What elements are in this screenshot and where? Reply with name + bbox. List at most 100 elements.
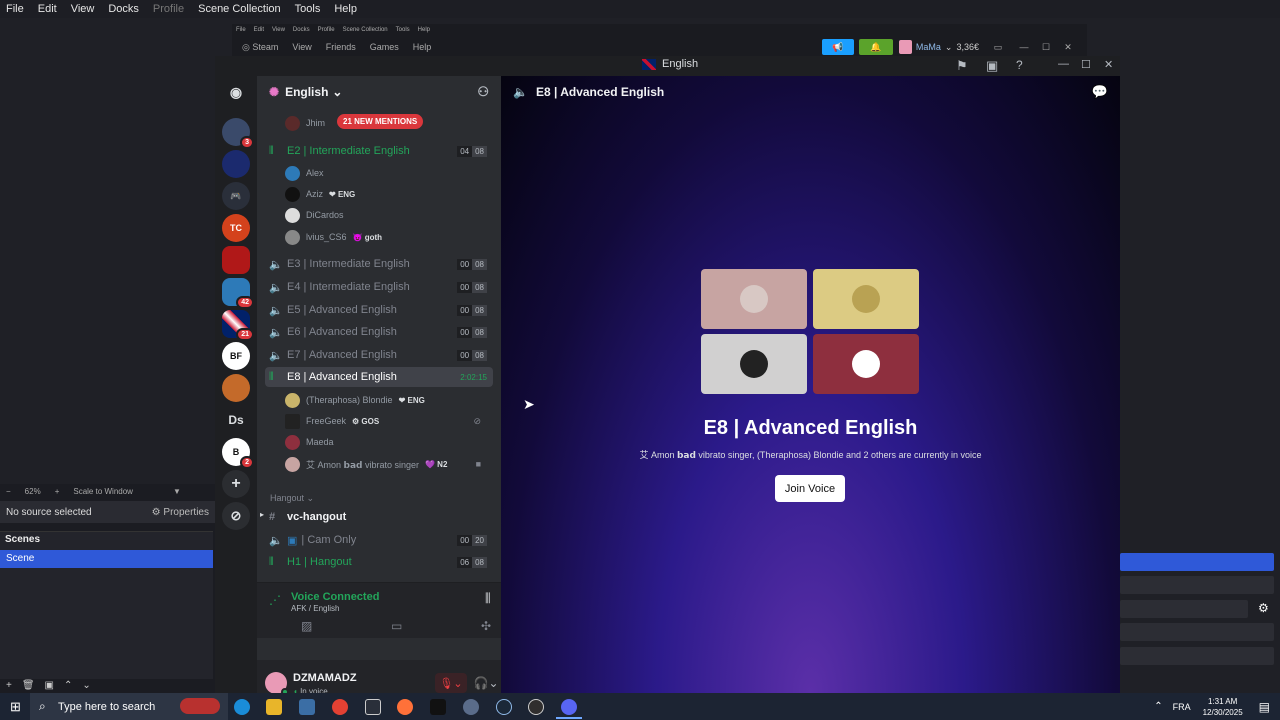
language-indicator[interactable]: FRA — [1173, 702, 1191, 712]
move-up-icon[interactable]: ⌃ — [64, 680, 72, 693]
taskbar-search[interactable]: ⌕ Type here to search — [30, 693, 228, 720]
zoom-in-button[interactable]: + — [55, 487, 60, 496]
account-menu[interactable]: MaMa ⌄ 3,36€ — [899, 39, 979, 55]
obs-menu-view[interactable]: View — [71, 3, 95, 15]
voice-user[interactable]: Aziz ❤ ENG — [285, 185, 485, 203]
add-server-icon[interactable]: + — [222, 470, 250, 498]
explore-icon[interactable]: ⊘ — [222, 502, 250, 530]
voice-user[interactable]: lvius_CS6 😈 goth — [285, 228, 485, 246]
voice-user[interactable]: FreeGeek ⚙ GOS ⊘ — [285, 412, 485, 430]
guild-header[interactable]: ✺ English ⌄ ⚇ — [257, 76, 501, 108]
scene-item[interactable]: Scene — [0, 550, 213, 568]
steam-menu-friends[interactable]: Friends — [326, 42, 356, 52]
steam-menu-steam[interactable]: ◎ Steam — [242, 42, 278, 53]
notification-bell-icon[interactable]: 🔔 — [859, 39, 893, 55]
server-icon[interactable]: BF — [222, 342, 250, 370]
steam-menu-help[interactable]: Help — [413, 42, 432, 52]
english-server-icon[interactable]: 21 — [222, 310, 254, 341]
server-icon[interactable]: TC — [222, 214, 250, 242]
minimize-button[interactable]: — — [1058, 58, 1069, 70]
app-icon[interactable] — [365, 699, 381, 715]
voice-user[interactable]: 艾 Amon 𝗯𝗮𝗱 vibrato singer 💜 N2 ■ — [285, 455, 485, 473]
firefox-icon[interactable] — [397, 699, 413, 715]
voice-channel-e8[interactable]: ⫴ E8 | Advanced English 2:02:15 — [265, 367, 493, 387]
trash-icon[interactable]: 🗑 — [22, 680, 35, 693]
windows-start-icon[interactable]: ⊞ — [10, 699, 21, 715]
maximize-button[interactable]: ☐ — [1081, 58, 1091, 71]
obs-menu-file[interactable]: File — [6, 3, 24, 15]
announce-icon[interactable]: 📢 — [822, 39, 854, 55]
text-channel-vc-hangout[interactable]: # vc-hangout — [265, 507, 493, 527]
steam-menu-games[interactable]: Games — [370, 42, 399, 52]
obs-menu-docks[interactable]: Docks — [108, 3, 139, 15]
gear-icon[interactable]: ⚙ — [1258, 601, 1269, 615]
big-picture-icon[interactable]: ▭ — [992, 39, 1004, 55]
participant-tile[interactable] — [701, 334, 807, 394]
voice-channel-h1[interactable]: ⫴ H1 | Hangout 06 08 — [265, 552, 493, 572]
dock-item[interactable] — [1120, 623, 1274, 641]
screen-share-icon[interactable]: ▭ — [391, 619, 402, 633]
zoom-out-button[interactable]: − — [6, 487, 11, 496]
chevron-down-icon[interactable]: ▼ — [173, 487, 181, 496]
voice-user[interactable]: DiCardos — [285, 206, 485, 224]
voice-location[interactable]: AFK / English — [291, 604, 339, 613]
file-explorer-icon[interactable] — [266, 699, 282, 715]
clock[interactable]: 1:31 AM 12/30/2025 — [1203, 696, 1243, 718]
server-icon[interactable] — [222, 246, 250, 274]
app-icon[interactable] — [430, 699, 446, 715]
steam-menu-view[interactable]: View — [292, 42, 311, 52]
camera-off-icon[interactable]: ▨ — [301, 619, 312, 633]
chevron-right-icon[interactable]: ▸ — [260, 510, 264, 519]
maximize-button[interactable]: ☐ — [1040, 39, 1052, 55]
voice-channel-e5[interactable]: 🔈 E5 | Advanced English 00 08 — [265, 300, 493, 320]
obs-menu-tools[interactable]: Tools — [295, 3, 321, 15]
minimize-button[interactable]: — — [1018, 39, 1030, 55]
server-icon[interactable]: B2 — [222, 438, 254, 469]
noise-suppression-icon[interactable]: ⫼ — [485, 591, 491, 606]
filter-icon[interactable]: ▣ — [45, 680, 54, 693]
add-icon[interactable]: + — [6, 680, 12, 693]
app-icon[interactable] — [463, 699, 479, 715]
notification-icon[interactable]: ▤ — [1259, 700, 1270, 714]
obs-menu-help[interactable]: Help — [334, 3, 357, 15]
chrome-icon[interactable] — [332, 699, 348, 715]
scale-mode[interactable]: Scale to Window — [73, 487, 133, 496]
voice-channel-cam-only[interactable]: 🔈 ▣ | Cam Only 00 20 — [265, 530, 493, 550]
server-icon[interactable] — [222, 150, 250, 178]
participant-tile[interactable] — [813, 334, 919, 394]
participant-tile[interactable] — [813, 269, 919, 329]
add-member-icon[interactable]: ⚇ — [477, 84, 489, 100]
voice-channel-e2[interactable]: ⫴ E2 | Intermediate English 04 08 — [265, 141, 493, 161]
voice-user[interactable]: Alex — [285, 164, 485, 182]
obs-menu-edit[interactable]: Edit — [38, 3, 57, 15]
move-down-icon[interactable]: ⌄ — [82, 680, 90, 693]
edge-icon[interactable] — [234, 699, 250, 715]
properties-button[interactable]: ⚙ Properties — [152, 507, 209, 518]
mic-muted-icon[interactable]: 🎙⌄ — [435, 673, 467, 693]
voice-channel-e6[interactable]: 🔈 E6 | Advanced English 00 08 — [265, 322, 493, 342]
dock-item[interactable] — [1120, 600, 1248, 618]
participant-tile[interactable] — [701, 269, 807, 329]
dock-item[interactable] — [1120, 576, 1274, 594]
category-hangout[interactable]: Hangout ⌄ — [270, 493, 314, 504]
obs-menu-scene-collection[interactable]: Scene Collection — [198, 3, 281, 15]
steam-icon[interactable] — [496, 699, 512, 715]
voice-user[interactable]: (Theraphosa) Blondie ❤ ENG — [285, 391, 485, 409]
discord-icon[interactable] — [561, 699, 577, 715]
server-icon[interactable]: 3 — [222, 118, 254, 149]
discord-home-icon[interactable]: ◉ — [222, 78, 250, 106]
dock-item-selected[interactable] — [1120, 553, 1274, 571]
voice-channel-e4[interactable]: 🔈 E4 | Intermediate English 00 08 — [265, 277, 493, 297]
close-button[interactable]: ✕ — [1104, 58, 1113, 71]
help-icon[interactable]: ? — [1016, 58, 1023, 72]
chevron-up-icon[interactable]: ⌃ — [1154, 701, 1162, 712]
server-icon[interactable]: 42 — [222, 278, 254, 309]
join-voice-button[interactable]: Join Voice — [775, 475, 845, 502]
server-icon[interactable] — [222, 374, 250, 402]
headphones-icon[interactable]: 🎧⌄ — [471, 673, 501, 693]
new-mentions-badge[interactable]: 21 NEW MENTIONS — [337, 114, 424, 129]
voice-user[interactable]: Maeda — [285, 433, 485, 451]
obs-icon[interactable] — [528, 699, 544, 715]
username[interactable]: DZMAMADZ — [293, 672, 357, 684]
voice-channel-e7[interactable]: 🔈 E7 | Advanced English 00 08 — [265, 345, 493, 365]
